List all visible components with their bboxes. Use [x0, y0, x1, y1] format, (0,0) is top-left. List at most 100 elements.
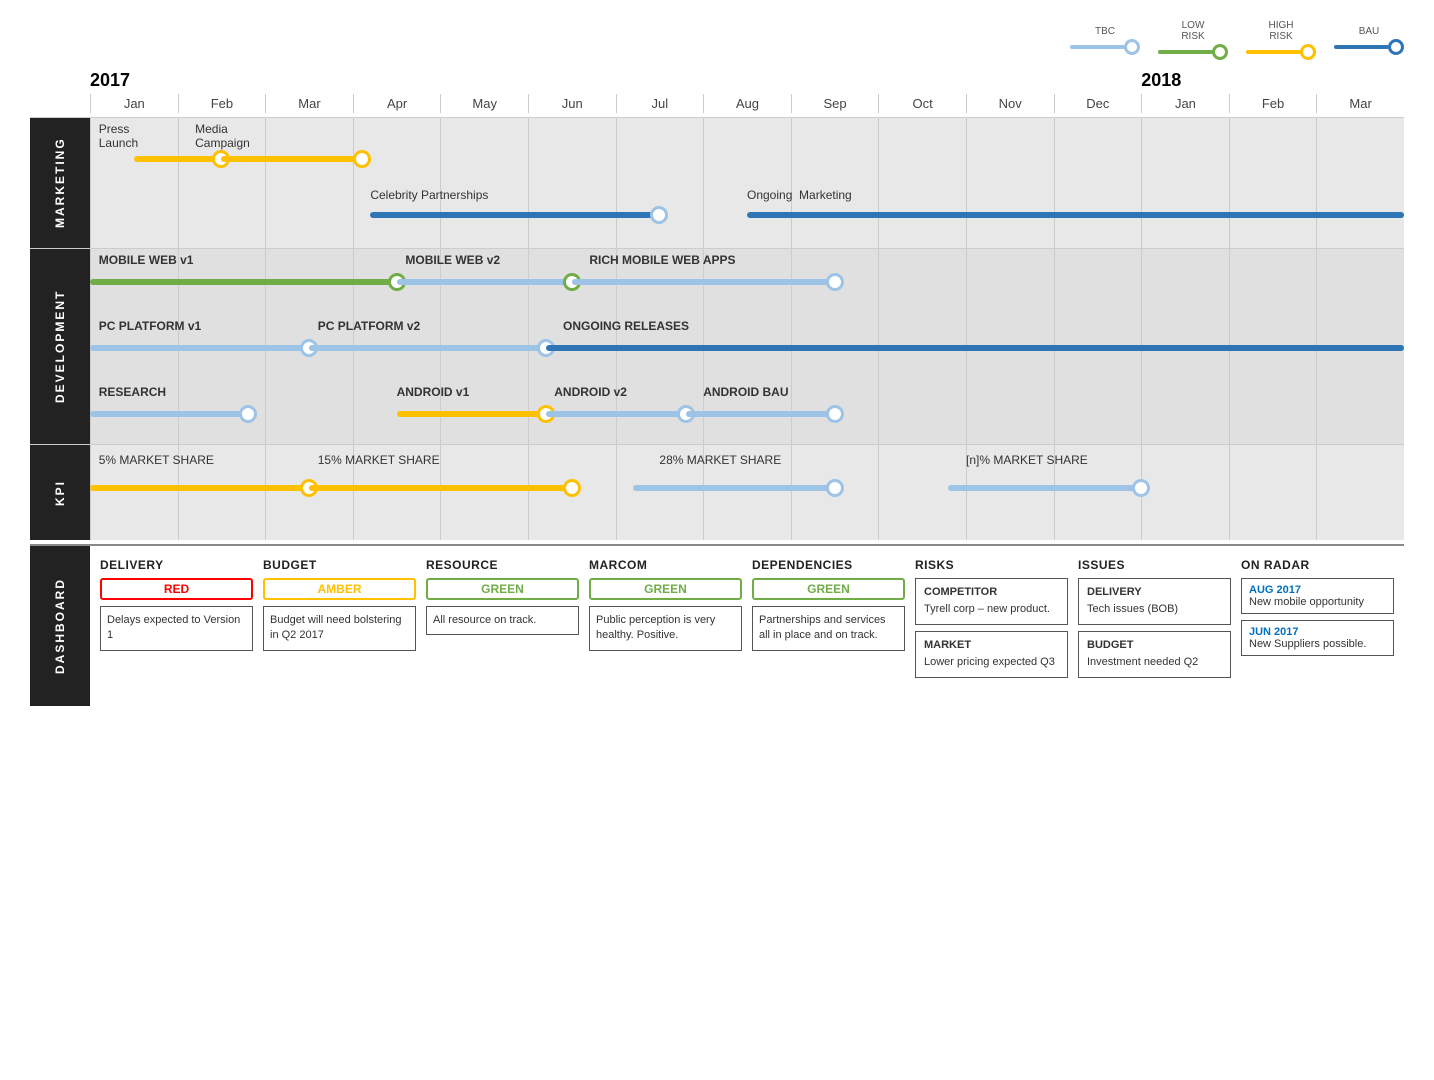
marketing-section: MARKETING Press LaunchMedia CampaignCele… — [30, 117, 1404, 248]
month-cell: Jul — [616, 94, 704, 113]
grid-line — [703, 118, 704, 248]
development-label: DEVELOPMENT — [30, 249, 90, 444]
month-cell: Sep — [791, 94, 879, 113]
dashboard-col: BUDGET AMBER Budget will need bolstering i… — [263, 558, 416, 694]
month-cell: Jun — [528, 94, 616, 113]
gantt-dot — [1132, 479, 1150, 497]
legend-line — [1158, 44, 1228, 60]
dashboard-text-box: Budget will need bolstering in Q2 2017 — [263, 606, 416, 651]
legend-line — [1070, 39, 1140, 55]
legend-item: LOW RISK — [1158, 20, 1228, 60]
month-cell: Nov — [966, 94, 1054, 113]
dashboard-item-text: Lower pricing expected Q3 — [924, 655, 1059, 670]
gantt-label: ANDROID v1 — [397, 385, 470, 399]
dashboard-col: MARCOMGREENPublic perception is very hea… — [589, 558, 742, 694]
on-radar-text: New Suppliers possible. — [1249, 638, 1386, 650]
gantt-label: ONGOING RELEASES — [563, 319, 689, 333]
dashboard-item-box: COMPETITORTyrell corp – new product. — [915, 578, 1068, 625]
dashboard-text: Delays expected to Version 1 — [107, 613, 246, 644]
grid-line — [265, 118, 266, 248]
dashboard-item-title: BUDGET — [1087, 638, 1222, 653]
legend-track — [1158, 50, 1213, 54]
dashboard-text-box: All resource on track. — [426, 606, 579, 635]
gantt-bar — [90, 279, 397, 285]
status-badge: AMBER — [263, 578, 416, 600]
gantt-label: RICH MOBILE WEB APPS — [589, 253, 735, 267]
dashboard-col: RESOURCE GREEN All resource on track. — [426, 558, 579, 694]
gantt-bar — [221, 156, 361, 162]
dashboard-item-text: Investment needed Q2 — [1087, 655, 1222, 670]
timeline-area: 20172018 JanFebMarAprMayJunJulAugSepOctN… — [90, 70, 1404, 117]
grid-line — [878, 445, 879, 540]
month-cell: Mar — [1316, 94, 1404, 113]
timeline-header: 20172018 JanFebMarAprMayJunJulAugSepOctN… — [90, 70, 1404, 113]
dashboard-item-box: MARKET Lower pricing expected Q3 — [915, 631, 1068, 678]
dashboard-item-title: MARKET — [924, 638, 1059, 653]
gantt-bar — [546, 345, 1404, 351]
gantt-dot — [826, 273, 844, 291]
gantt-bar — [90, 485, 309, 491]
dashboard-col: DELIVERYREDDelays expected to Version 1 — [100, 558, 253, 694]
grid-line — [440, 445, 441, 540]
gantt-bar — [397, 279, 572, 285]
gantt-bar — [90, 345, 309, 351]
gantt-bar — [572, 279, 835, 285]
dashboard-text: Public perception is very healthy. Posit… — [596, 613, 735, 644]
grid-line — [1229, 118, 1230, 248]
dashboard-col: RISKSCOMPETITORTyrell corp – new product… — [915, 558, 1068, 694]
on-radar-item: JUN 2017New Suppliers possible. — [1241, 620, 1394, 656]
marketing-label: MARKETING — [30, 118, 90, 248]
legend-item-label: BAU — [1359, 26, 1380, 37]
marketing-content: Press LaunchMedia CampaignCelebrity Part… — [90, 118, 1404, 248]
grid-line — [878, 118, 879, 248]
dashboard-text-box: Partnerships and services all in place a… — [752, 606, 905, 651]
dashboard-heading: BUDGET — [263, 558, 416, 572]
dashboard-item-text: Tyrell corp – new product. — [924, 602, 1059, 617]
legend-item: HIGH RISK — [1246, 20, 1316, 60]
legend-dot — [1124, 39, 1140, 55]
dashboard-heading: RESOURCE — [426, 558, 579, 572]
gantt-bar — [370, 212, 659, 218]
legend-track — [1246, 50, 1301, 54]
year-label: 2017 — [90, 70, 130, 91]
month-cell: Aug — [703, 94, 791, 113]
dashboard-heading: DEPENDENCIES — [752, 558, 905, 572]
kpi-section: KPI 5% MARKET SHARE15% MARKET SHARE28% M… — [30, 444, 1404, 540]
development-content: MOBILE WEB v1MOBILE WEB v2RICH MOBILE WE… — [90, 249, 1404, 444]
gantt-dot — [239, 405, 257, 423]
main-content: 20172018 JanFebMarAprMayJunJulAugSepOctN… — [30, 70, 1404, 706]
legend-dot — [1212, 44, 1228, 60]
grid-line — [616, 445, 617, 540]
timeline-wrapper: 20172018 JanFebMarAprMayJunJulAugSepOctN… — [30, 70, 1404, 117]
gantt-dot — [826, 405, 844, 423]
month-cell: Apr — [353, 94, 441, 113]
dashboard-text: Partnerships and services all in place a… — [759, 613, 898, 644]
gantt-label: RESEARCH — [99, 385, 166, 399]
header: TBCLOW RISKHIGH RISKBAU — [30, 20, 1404, 60]
dashboard-section: DASHBOARD DELIVERYREDDelays expected to … — [30, 544, 1404, 706]
month-cell: Dec — [1054, 94, 1142, 113]
gantt-dot — [563, 479, 581, 497]
gantt-bar — [948, 485, 1141, 491]
grid-line — [353, 118, 354, 248]
gantt-bar — [134, 156, 222, 162]
grid-line — [90, 118, 91, 248]
legend-item-label: HIGH RISK — [1269, 20, 1294, 42]
grid-line — [528, 445, 529, 540]
gantt-bar — [686, 411, 835, 417]
legend-dot — [1388, 39, 1404, 55]
dashboard-label: DASHBOARD — [30, 546, 90, 706]
status-badge: GREEN — [426, 578, 579, 600]
dashboard-item-title: DELIVERY — [1087, 585, 1222, 600]
legend-track — [1070, 45, 1125, 49]
gantt-dot — [826, 479, 844, 497]
gantt-label: 5% MARKET SHARE — [99, 453, 214, 467]
month-cell: Feb — [178, 94, 266, 113]
legend-line — [1334, 39, 1404, 55]
on-radar-date: JUN 2017 — [1249, 626, 1386, 638]
legend-item: BAU — [1334, 26, 1404, 55]
gantt-dot — [353, 150, 371, 168]
on-radar-item: AUG 2017New mobile opportunity — [1241, 578, 1394, 614]
gantt-label: ANDROID BAU — [703, 385, 788, 399]
gantt-bar — [309, 485, 572, 491]
